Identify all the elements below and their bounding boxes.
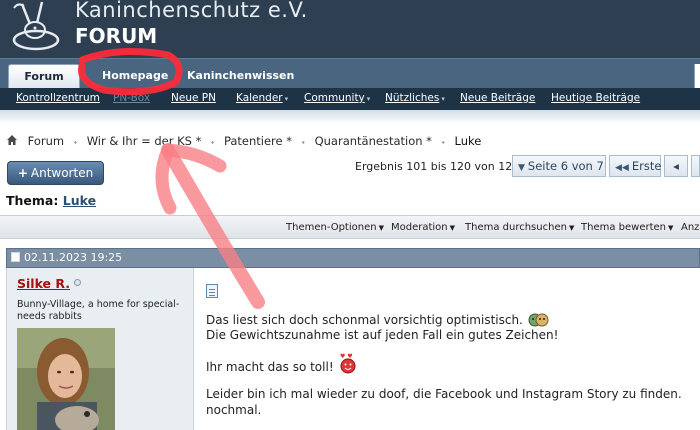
breadcrumb-quarantaene[interactable]: Quarantänestation *: [315, 134, 432, 148]
chevron-down-icon: ▼: [449, 224, 456, 232]
post-username[interactable]: Silke R.: [17, 276, 81, 291]
user-navbar: Kontrollzentrum PN-Box Neue PN Kalender ▾…: [0, 88, 700, 110]
post-line: nochmal.: [206, 403, 262, 417]
first-page-button[interactable]: ◀◀ Erste: [609, 155, 661, 177]
post-userinfo: Silke R. Bunny-Village, a home for speci…: [6, 268, 194, 430]
rabbit-logo-icon[interactable]: [8, 0, 64, 52]
chevron-down-icon: ▼: [668, 224, 674, 232]
nav-neue-pn[interactable]: Neue PN: [171, 92, 216, 104]
chevron-down-icon: ▼: [518, 163, 525, 173]
nav-neue-beitraege[interactable]: Neue Beiträge: [460, 92, 535, 104]
nav-heutige-beitraege[interactable]: Heutige Beiträge: [551, 92, 640, 104]
site-header: Kaninchenschutz e.V. FORUM: [0, 0, 700, 58]
main-tabs: Forum Homepage Kaninchenwissen: [0, 58, 700, 89]
plus-icon: +: [17, 166, 28, 180]
thread-tools: Themen-Optionen ▼ Moderation ▼ Thema durch…: [0, 215, 700, 239]
thread-title: Thema: Luke: [6, 193, 97, 208]
chevron-down-icon: ▾: [366, 95, 371, 103]
breadcrumb: Forum ⬩ Wir & Ihr = der KS * ⬩ Patentier…: [6, 134, 481, 148]
post-date: 02.11.2023 19:25: [24, 251, 123, 264]
header-shadow: [0, 110, 700, 124]
avatar: [17, 328, 115, 430]
breadcrumb-forum[interactable]: Forum: [28, 134, 64, 148]
breadcrumb-separator-icon: ⬩: [211, 138, 215, 148]
site-title: Kaninchenschutz e.V.: [75, 0, 308, 22]
two-faces-smiley-icon: [528, 313, 549, 327]
home-icon[interactable]: [6, 134, 18, 146]
tool-thema-durchsuchen[interactable]: Thema durchsuchen ▼: [465, 222, 574, 233]
chevron-down-icon: ▼: [378, 224, 384, 232]
nav-kalender[interactable]: Kalender ▾: [236, 92, 288, 104]
page-selector[interactable]: ▼ Seite 6 von 7: [512, 155, 606, 177]
tool-moderation[interactable]: Moderation ▼: [391, 222, 455, 233]
tool-themen-optionen[interactable]: Themen-Optionen ▼: [286, 222, 384, 233]
nav-kontrollzentrum[interactable]: Kontrollzentrum: [16, 92, 100, 104]
post-line: Das liest sich doch schonmal vorsichtig …: [206, 312, 551, 327]
tab-forum[interactable]: Forum: [8, 64, 80, 89]
tabbar-edge: [694, 64, 700, 89]
annotation-arrow-left-stroke: [155, 143, 177, 215]
post-body: Das liest sich doch schonmal vorsichtig …: [194, 268, 700, 430]
post-document-icon: [11, 252, 20, 262]
tab-homepage[interactable]: Homepage: [90, 64, 180, 89]
post-header: 02.11.2023 19:25: [6, 248, 700, 268]
chevron-down-icon: ▾: [284, 95, 289, 103]
post-doc-icon: [206, 284, 218, 298]
post-line: Ihr macht das so toll! ♥ ♥: [206, 352, 358, 374]
nav-nuetzliches[interactable]: Nützliches ▾: [385, 92, 445, 104]
tool-thema-bewerten[interactable]: Thema bewerten ▼: [581, 222, 673, 233]
breadcrumb-patentiere[interactable]: Patentiere *: [224, 134, 292, 148]
post-line: Die Gewichtszunahme ist auf jeden Fall e…: [206, 328, 559, 342]
breadcrumb-current: Luke: [454, 134, 482, 148]
post-line: Leider bin ich mal wieder zu doof, die F…: [206, 387, 682, 401]
double-left-icon: ◀◀: [615, 163, 629, 173]
breadcrumb-wir-ihr[interactable]: Wir & Ihr = der KS *: [87, 134, 202, 148]
nav-pn-box[interactable]: PN-Box: [113, 92, 150, 104]
tab-kaninchenwissen[interactable]: Kaninchenwissen: [175, 64, 306, 89]
breadcrumb-separator-icon: ⬩: [73, 138, 78, 148]
breadcrumb-separator-icon: ⬩: [301, 138, 305, 148]
reply-button[interactable]: + Antworten: [7, 161, 104, 185]
offline-status-icon: [74, 279, 81, 286]
annotation-arrow-right-stroke: [161, 143, 227, 173]
breadcrumb-separator-icon: ⬩: [441, 138, 445, 148]
prev-page-button[interactable]: ◂: [664, 155, 688, 177]
tool-anzeige[interactable]: Anze: [681, 222, 700, 233]
page-nav-edge[interactable]: [691, 155, 700, 177]
chevron-down-icon: ▾: [441, 95, 445, 103]
love-smiley-icon: ♥ ♥: [340, 353, 356, 374]
nav-community[interactable]: Community ▾: [304, 92, 370, 104]
user-title: Bunny-Village, a home for special-needs …: [17, 299, 180, 322]
forum-title: FORUM: [75, 24, 158, 48]
result-count: Ergebnis 101 bis 120 von 122: [355, 160, 520, 173]
chevron-down-icon: ▼: [568, 224, 575, 232]
thread-title-link[interactable]: Luke: [63, 193, 96, 208]
